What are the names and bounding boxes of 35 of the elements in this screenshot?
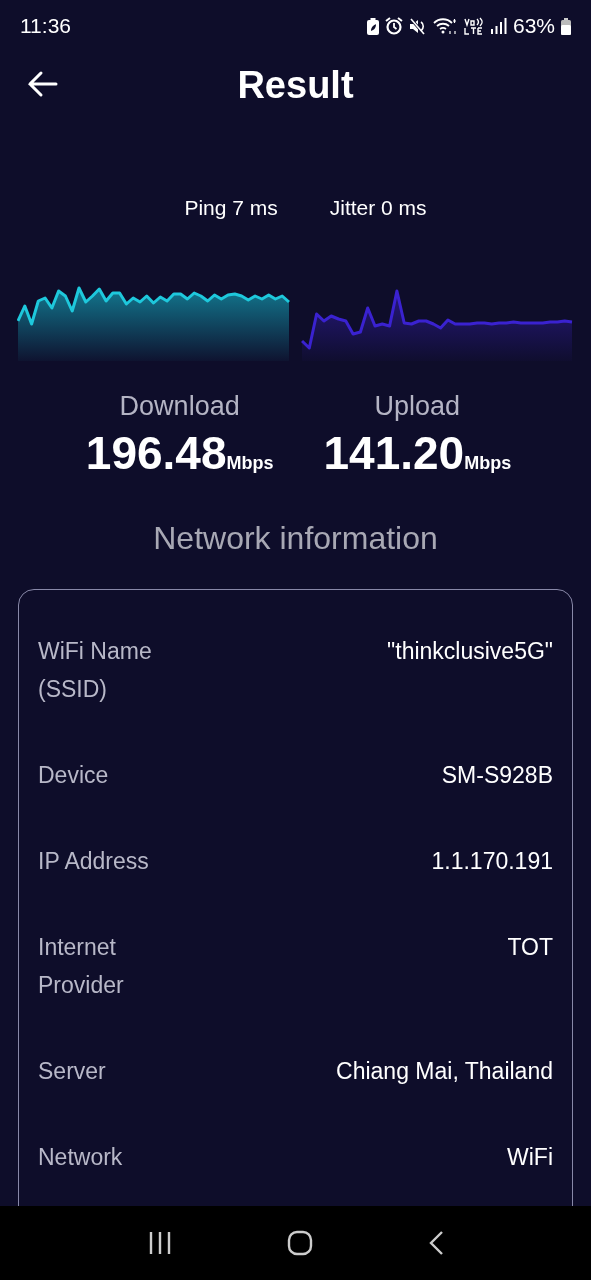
info-value: TOT bbox=[507, 933, 553, 962]
section-title: Network information bbox=[153, 520, 438, 557]
info-value: "thinkclusive5G" bbox=[387, 637, 553, 666]
info-label: Device bbox=[38, 761, 110, 790]
result-label: Download bbox=[119, 391, 240, 422]
info-value: WiFi bbox=[507, 1143, 553, 1172]
battery-icon bbox=[561, 17, 571, 35]
result-label: Upload bbox=[374, 391, 461, 422]
info-value: 1.1.170.191 bbox=[431, 847, 553, 876]
signal-icon bbox=[490, 18, 507, 34]
stat-label: Jitter 0 ms bbox=[329, 196, 427, 220]
recent-apps-icon bbox=[147, 1231, 172, 1255]
back-icon bbox=[427, 1230, 444, 1256]
speed-unit: Mbps bbox=[226, 453, 274, 474]
stat-label: Ping 7 ms bbox=[184, 196, 278, 220]
info-label: IP Address bbox=[38, 847, 150, 876]
speed-value: 196.48 bbox=[85, 426, 227, 480]
info-label: WiFi Name (SSID) bbox=[38, 637, 153, 704]
mute-icon bbox=[408, 17, 427, 35]
info-label: Network bbox=[38, 1143, 124, 1172]
info-label: Server bbox=[38, 1057, 107, 1086]
status-time: 11:36 bbox=[20, 14, 72, 38]
alarm-icon bbox=[384, 17, 403, 35]
back-arrow-icon bbox=[26, 70, 58, 98]
speed-unit: Mbps bbox=[464, 453, 512, 474]
screen-title: Result bbox=[237, 63, 354, 107]
info-label: Internet Provider bbox=[38, 933, 125, 1000]
volte-icon bbox=[462, 17, 485, 35]
wifi-icon bbox=[432, 17, 457, 35]
battery-percent: 63% bbox=[512, 14, 555, 38]
speed-value: 141.20 bbox=[323, 426, 465, 480]
info-value: SM-S928B bbox=[441, 761, 553, 790]
battery-saver-icon bbox=[366, 17, 379, 35]
home-icon bbox=[286, 1230, 313, 1256]
info-value: Chiang Mai, Thailand bbox=[336, 1057, 553, 1086]
